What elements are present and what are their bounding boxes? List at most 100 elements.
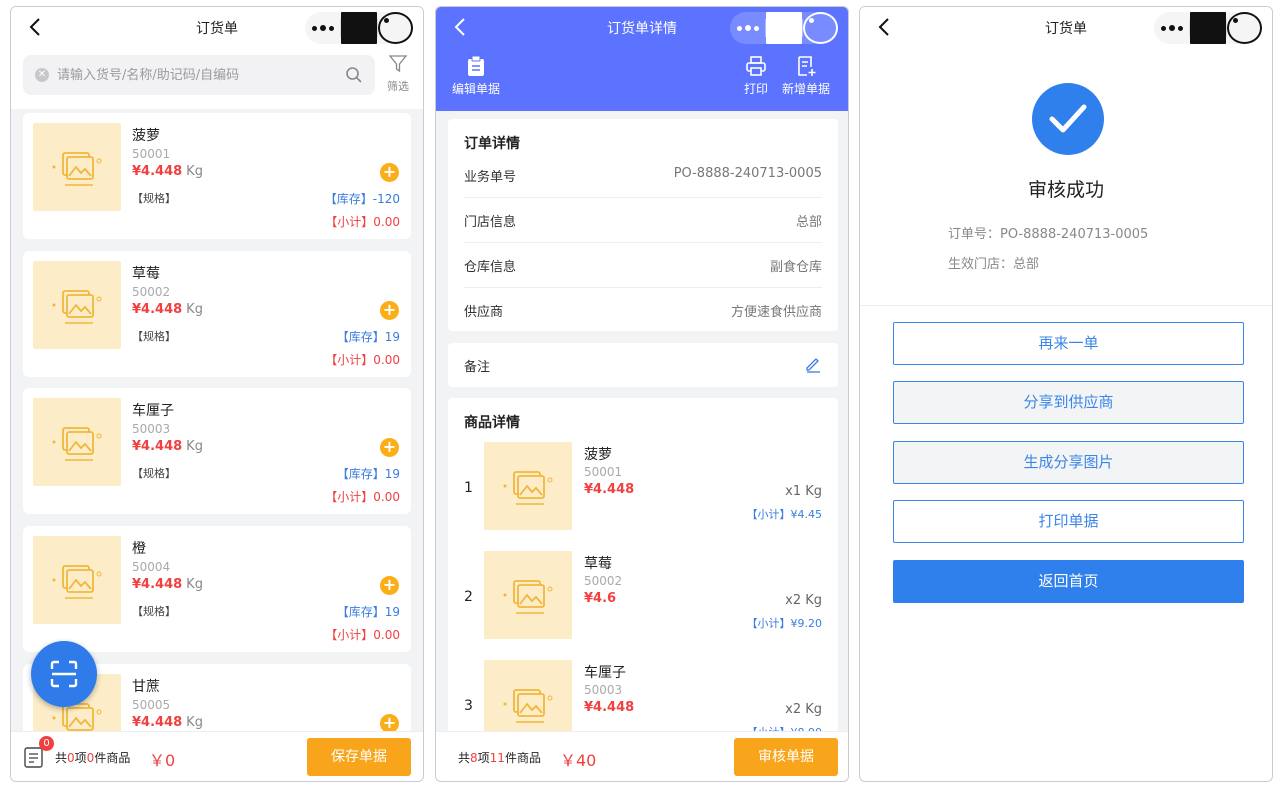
subtotal-prefix: 【小计】 bbox=[325, 353, 374, 367]
close-button[interactable] bbox=[802, 12, 838, 44]
goods-item[interactable]: 2 草莓 50002 ¥4.6 x2 Kg 【小计】¥9.20 bbox=[464, 551, 822, 661]
price-unit: Kg bbox=[186, 715, 203, 730]
detail-row: 业务单号 PO-8888-240713-0005 bbox=[464, 153, 822, 198]
price-value: ¥4.448 bbox=[132, 577, 183, 592]
goods-price: ¥4.448 bbox=[584, 482, 635, 497]
remark-row: 备注 bbox=[464, 343, 822, 388]
remark-section[interactable]: 备注 bbox=[448, 343, 838, 387]
search-input[interactable] bbox=[57, 55, 327, 95]
nav-bar: 订货单详情 bbox=[436, 7, 848, 47]
scan-icon bbox=[50, 660, 78, 688]
goods-code: 50003 bbox=[584, 683, 623, 697]
add-plus-icon[interactable]: + bbox=[380, 576, 399, 595]
goods-price: ¥4.448 bbox=[584, 700, 635, 715]
stock-value: 19 bbox=[384, 467, 400, 481]
product-card[interactable]: 车厘子 50003 ¥4.448 Kg 【规格】 + 【库存】19 【小计】0.0… bbox=[23, 388, 411, 514]
print-button[interactable]: 打印 bbox=[744, 55, 768, 97]
order-detail-screen: 订货单详情 编辑单据 打印 新增单据 订单详情 业务单号 PO-8888-2407… bbox=[435, 6, 849, 782]
success-title: 审核成功 bbox=[1027, 179, 1104, 201]
product-code: 50002 bbox=[132, 285, 171, 299]
product-card[interactable]: 菠萝 50001 ¥4.448 Kg 【规格】 + 【库存】-120 【小计】0.… bbox=[23, 113, 411, 239]
edit-pencil-icon[interactable] bbox=[804, 355, 822, 373]
printer-icon bbox=[746, 56, 766, 76]
mini-program-capsule bbox=[305, 12, 413, 44]
image-placeholder-icon bbox=[33, 536, 121, 624]
stock-value: -120 bbox=[372, 192, 400, 206]
filter-funnel-icon bbox=[388, 55, 408, 73]
product-code: 50001 bbox=[132, 147, 171, 161]
close-button[interactable] bbox=[377, 12, 413, 44]
field-label: 仓库信息 bbox=[464, 260, 517, 275]
search-icon[interactable] bbox=[345, 66, 363, 84]
share-image-button[interactable]: 生成分享图片 bbox=[893, 441, 1244, 484]
summary-mid: 项 bbox=[74, 751, 87, 765]
minimize-button[interactable] bbox=[341, 12, 377, 44]
audit-order-button[interactable]: 审核单据 bbox=[734, 738, 838, 776]
summary-text: 共0项0件商品 bbox=[55, 749, 130, 766]
product-stock: 【库存】19 bbox=[337, 603, 400, 620]
more-button[interactable] bbox=[305, 12, 340, 44]
product-price: ¥4.448 Kg bbox=[132, 164, 203, 179]
print-order-button[interactable]: 打印单据 bbox=[893, 500, 1244, 543]
share-supplier-button[interactable]: 分享到供应商 bbox=[893, 381, 1244, 424]
filter-button[interactable]: 筛选 bbox=[383, 53, 413, 94]
mini-program-capsule bbox=[1154, 12, 1262, 44]
order-again-button[interactable]: 再来一单 bbox=[893, 322, 1244, 365]
more-button[interactable] bbox=[1154, 12, 1189, 44]
product-name: 甘蔗 bbox=[132, 679, 160, 695]
price-value: ¥4.448 bbox=[132, 715, 183, 730]
product-card[interactable]: 橙 50004 ¥4.448 Kg 【规格】 + 【库存】19 【小计】0.00 bbox=[23, 526, 411, 652]
more-dots-icon bbox=[1154, 12, 1189, 44]
add-plus-icon[interactable]: + bbox=[380, 301, 399, 320]
minimize-button[interactable] bbox=[1190, 12, 1226, 44]
goods-item[interactable]: 1 菠萝 50001 ¥4.448 x1 Kg 【小计】¥4.45 bbox=[464, 442, 822, 552]
search-bar: ✕ 筛选 bbox=[11, 47, 423, 109]
product-subtotal: 【小计】0.00 bbox=[325, 626, 400, 643]
product-name: 橙 bbox=[132, 541, 146, 557]
subtotal-value: 0.00 bbox=[373, 628, 400, 642]
clear-icon[interactable]: ✕ bbox=[35, 68, 49, 82]
summary-prefix: 共 bbox=[458, 751, 471, 765]
summary-mid: 项 bbox=[477, 751, 490, 765]
summary-text: 共8项11件商品 bbox=[458, 749, 541, 766]
image-placeholder-icon bbox=[484, 551, 572, 639]
new-order-button[interactable]: 新增单据 bbox=[782, 55, 830, 97]
minimize-button[interactable] bbox=[766, 12, 802, 44]
bottom-bar: 共8项11件商品 ￥40 审核单据 bbox=[436, 731, 848, 781]
product-stock: 【库存】19 bbox=[337, 328, 400, 345]
more-dots-icon bbox=[305, 12, 340, 44]
price-unit: Kg bbox=[186, 577, 203, 592]
add-plus-icon[interactable]: + bbox=[380, 163, 399, 182]
add-plus-icon[interactable]: + bbox=[380, 438, 399, 457]
product-code: 50003 bbox=[132, 422, 171, 436]
subtotal-value: 0.00 bbox=[373, 353, 400, 367]
count-badge: 0 bbox=[39, 736, 54, 751]
field-label: 供应商 bbox=[464, 305, 504, 320]
product-subtotal: 【小计】0.00 bbox=[325, 213, 400, 230]
mini-program-capsule bbox=[730, 12, 838, 44]
home-button[interactable]: 返回首页 bbox=[893, 560, 1244, 603]
product-stock: 【库存】-120 bbox=[325, 190, 400, 207]
product-spec: 【规格】 bbox=[132, 467, 176, 480]
close-target-icon bbox=[1226, 12, 1262, 44]
close-button[interactable] bbox=[1226, 12, 1262, 44]
field-label: 门店信息 bbox=[464, 215, 517, 230]
scan-button[interactable] bbox=[31, 641, 97, 707]
edit-order-button[interactable]: 编辑单据 bbox=[452, 55, 500, 97]
more-button[interactable] bbox=[730, 12, 765, 44]
detail-row: 供应商 方便速食供应商 bbox=[464, 288, 822, 333]
product-name: 菠萝 bbox=[132, 128, 160, 144]
save-order-button[interactable]: 保存单据 bbox=[307, 738, 411, 776]
minimize-icon bbox=[766, 12, 802, 44]
price-unit: Kg bbox=[186, 164, 203, 179]
print-label: 打印 bbox=[744, 82, 769, 96]
subtotal-value: 0.00 bbox=[373, 490, 400, 504]
product-name: 草莓 bbox=[132, 266, 160, 282]
remark-label: 备注 bbox=[464, 360, 491, 375]
divider bbox=[860, 305, 1272, 306]
close-target-icon bbox=[802, 12, 838, 44]
success-check-icon bbox=[1032, 83, 1104, 155]
section-title: 商品详情 bbox=[464, 415, 520, 431]
edit-order-label: 编辑单据 bbox=[452, 82, 501, 96]
product-card[interactable]: 草莓 50002 ¥4.448 Kg 【规格】 + 【库存】19 【小计】0.00 bbox=[23, 251, 411, 377]
